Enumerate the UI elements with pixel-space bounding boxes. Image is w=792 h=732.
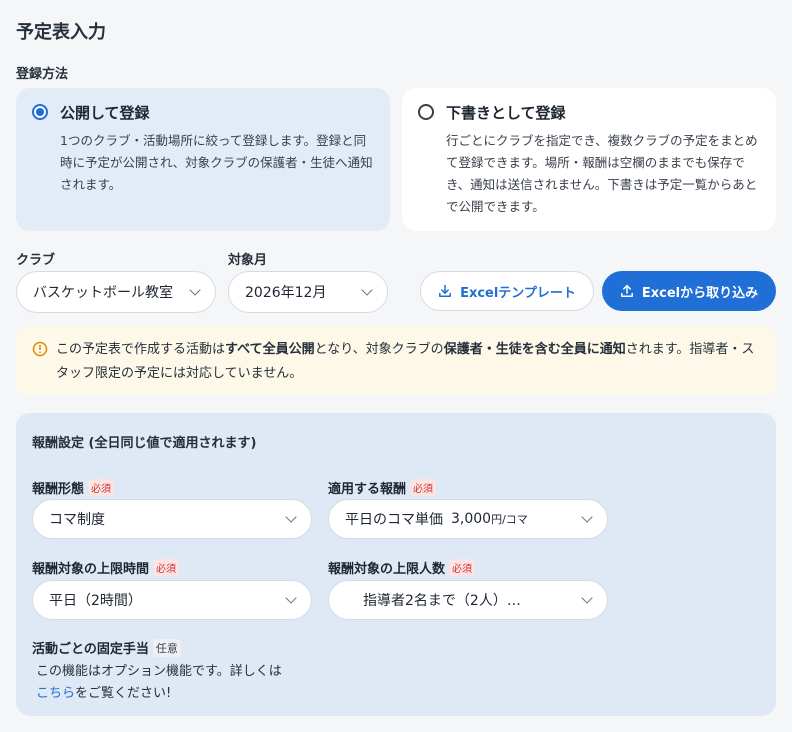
- club-select-value: バスケットボール教室: [33, 285, 173, 301]
- chevron-down-icon: [581, 511, 593, 523]
- allowance-info-text-1: この機能はオプション機能です。詳しくは: [36, 664, 282, 679]
- required-badge: 必須: [449, 559, 476, 576]
- radio-public[interactable]: [32, 104, 48, 120]
- people-limit-label-text: 報酬対象の上限人数: [328, 562, 446, 577]
- reward-settings-title: 報酬設定 (全日同じ値で適用されます): [32, 436, 257, 451]
- applied-reward-value: 平日のコマ単価: [345, 512, 443, 528]
- option-public-title: 公開して登録: [60, 104, 150, 122]
- page-title: 予定表入力: [16, 22, 106, 43]
- people-limit-select[interactable]: 指導者2名まで（2人）…: [328, 580, 608, 620]
- option-public-desc: 1つのクラブ・活動場所に絞って登録します。登録と同時に予定が公開され、対象クラブ…: [60, 133, 373, 192]
- option-public-register[interactable]: 公開して登録 1つのクラブ・活動場所に絞って登録します。登録と同時に予定が公開さ…: [16, 88, 390, 231]
- notice-text-2: となり、対象クラブの: [314, 342, 444, 357]
- excel-import-label: Excelから取り込み: [641, 285, 759, 301]
- excel-template-button[interactable]: Excelテンプレート: [420, 271, 594, 311]
- club-label: クラブ: [16, 253, 56, 268]
- month-label: 対象月: [228, 253, 268, 268]
- excel-template-label: Excelテンプレート: [460, 285, 576, 301]
- reward-type-value: コマ制度: [49, 512, 105, 528]
- fixed-allowance-label: 活動ごとの固定手当 任意: [32, 638, 181, 657]
- download-icon: [439, 284, 452, 297]
- reward-type-select[interactable]: コマ制度: [32, 499, 312, 539]
- notice-bold-2: 保護者・生徒を含む全員に通知: [443, 342, 626, 357]
- applied-reward-select[interactable]: 平日のコマ単価 3,000 円/コマ: [328, 499, 608, 539]
- fixed-allowance-label-text: 活動ごとの固定手当: [32, 642, 149, 657]
- required-badge: 必須: [88, 479, 115, 496]
- chevron-down-icon: [189, 284, 201, 296]
- public-notice: この予定表で作成する活動はすべて全員公開となり、対象クラブの保護者・生徒を含む全…: [16, 326, 776, 396]
- applied-reward-unit: 円/コマ: [491, 513, 528, 526]
- club-select[interactable]: バスケットボール教室: [16, 271, 216, 313]
- chevron-down-icon: [285, 592, 297, 604]
- fixed-allowance-info: この機能はオプション機能です。詳しくは こちらをご覧ください!: [36, 661, 326, 705]
- reward-type-label-text: 報酬形態: [32, 482, 85, 497]
- hours-limit-select[interactable]: 平日（2時間）: [32, 580, 312, 620]
- applied-reward-label-text: 適用する報酬: [328, 482, 407, 497]
- notice-text-1: この予定表で作成する活動は: [56, 342, 226, 357]
- required-badge: 必須: [410, 479, 437, 496]
- hours-limit-label-text: 報酬対象の上限時間: [32, 562, 150, 577]
- applied-reward-label: 適用する報酬 必須: [328, 478, 437, 497]
- reward-type-label: 報酬形態 必須: [32, 478, 115, 497]
- registration-method-label: 登録方法: [16, 67, 69, 82]
- hours-limit-label: 報酬対象の上限時間 必須: [32, 558, 180, 577]
- option-draft-title: 下書きとして登録: [446, 104, 566, 122]
- info-icon: [32, 341, 48, 357]
- radio-draft[interactable]: [418, 104, 434, 120]
- applied-reward-amount: 3,000: [451, 511, 492, 527]
- people-limit-label: 報酬対象の上限人数 必須: [328, 558, 476, 577]
- excel-import-button[interactable]: Excelから取り込み: [602, 271, 776, 311]
- chevron-down-icon: [361, 284, 373, 296]
- allowance-info-text-2: をご覧ください!: [75, 686, 172, 701]
- allowance-details-link[interactable]: こちら: [36, 686, 75, 701]
- required-badge: 必須: [153, 559, 180, 576]
- month-select[interactable]: 2026年12月: [228, 271, 388, 313]
- option-draft-desc: 行ごとにクラブを指定でき、複数クラブの予定をまとめて登録できます。場所・報酬は空…: [446, 133, 758, 214]
- chevron-down-icon: [285, 511, 297, 523]
- notice-bold-1: すべて全員公開: [225, 342, 315, 357]
- people-limit-value: 指導者2名まで（2人）…: [363, 593, 521, 609]
- chevron-down-icon: [581, 592, 593, 604]
- hours-limit-value: 平日（2時間）: [49, 593, 142, 609]
- option-draft-register[interactable]: 下書きとして登録 行ごとにクラブを指定でき、複数クラブの予定をまとめて登録できま…: [402, 88, 776, 231]
- upload-icon: [620, 284, 633, 297]
- optional-badge: 任意: [152, 638, 181, 657]
- month-select-value: 2026年12月: [245, 285, 327, 301]
